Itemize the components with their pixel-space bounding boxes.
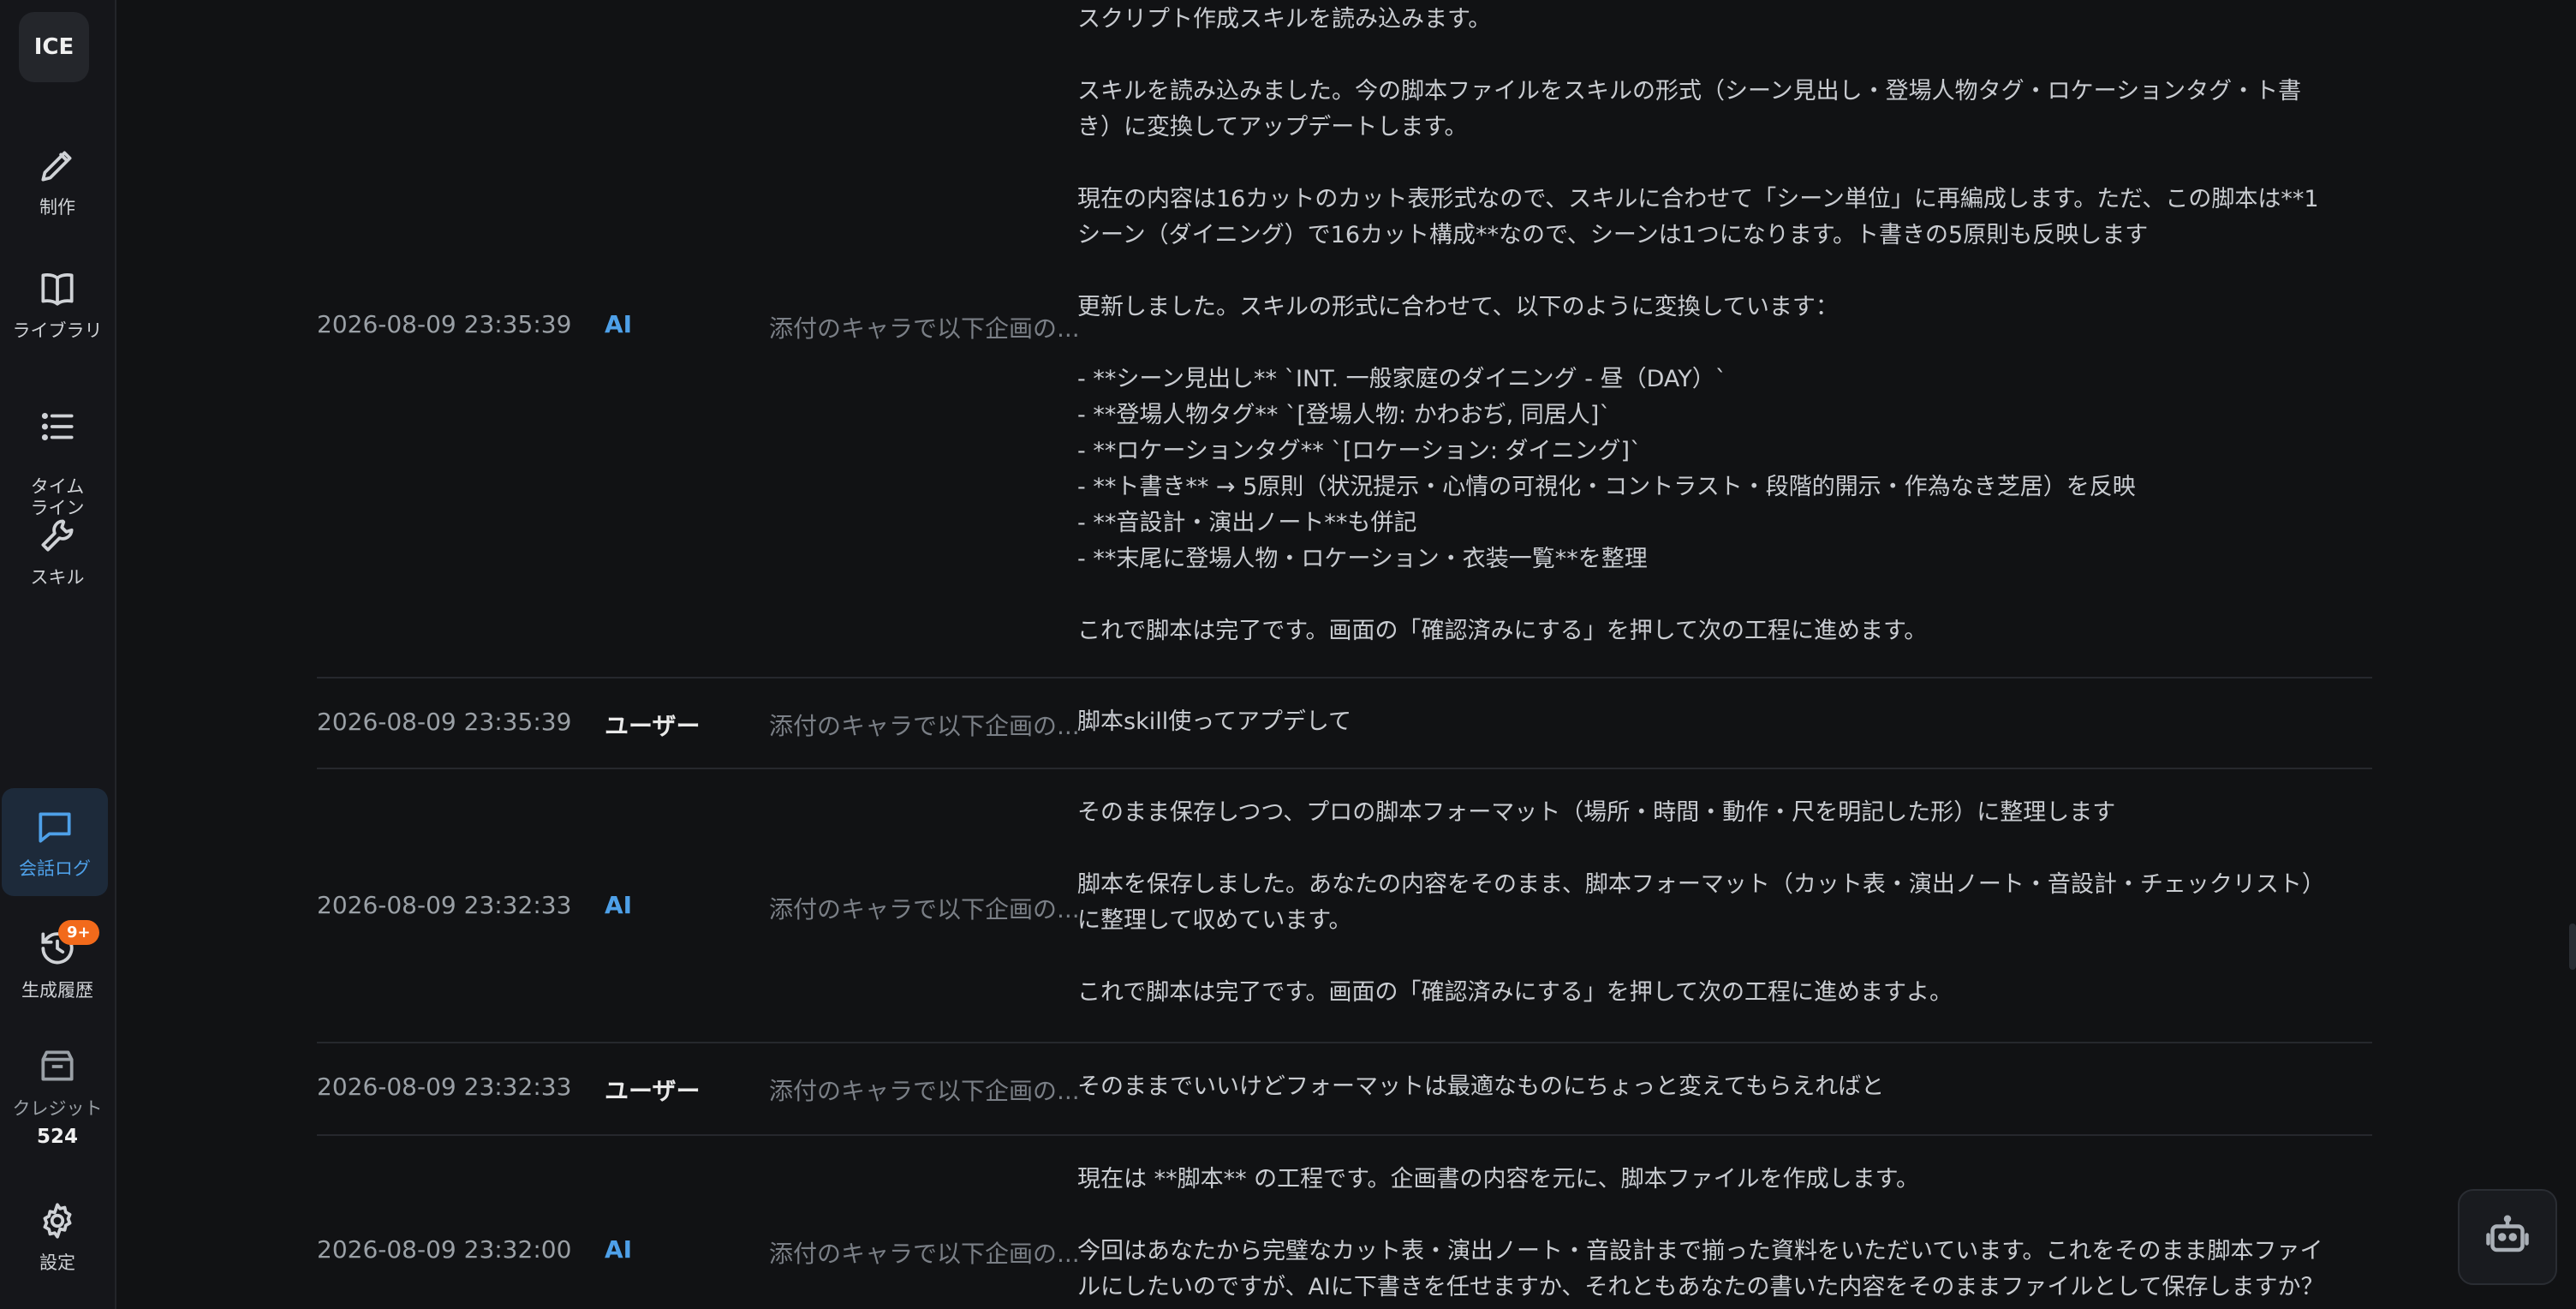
credit-box-icon — [41, 1050, 74, 1081]
sidebar-item-library[interactable]: ライブラリ — [0, 267, 115, 343]
gear-icon — [43, 1203, 72, 1239]
credit-value: 524 — [36, 1126, 78, 1148]
message-text: 現在は **脚本** の工程です。企画書の内容を元に、脚本ファイルを作成します。… — [1077, 1166, 2324, 1300]
message-text: 脚本skill使ってアプデして — [1077, 708, 1352, 735]
message-text: そのままでいいけどフォーマットは最適なものにちょっと変えてもらえればと — [1077, 1073, 1885, 1100]
timestamp: 2026-08-09 23:32:33 — [317, 1073, 572, 1101]
app-logo[interactable]: ICE — [19, 12, 89, 82]
sidebar-item-label: 会話ログ — [19, 858, 91, 879]
wrench-icon — [41, 519, 74, 552]
table-row[interactable]: 2026-08-09 23:35:39 AI 添付のキャラで以下企画の... ス… — [317, 0, 2372, 678]
message-text: スクリプト作成スキルを読み込みます。 スキルを読み込みました。今の脚本ファイルを… — [1077, 6, 2319, 644]
sidebar-item-label: タイム ライン — [30, 476, 85, 518]
notification-badge: 9+ — [58, 920, 99, 945]
sidebar-item-create[interactable]: 制作 — [0, 144, 115, 219]
timestamp: 2026-08-09 23:35:39 — [317, 708, 572, 736]
scrollbar[interactable] — [2569, 923, 2576, 970]
sidebar-item-chat-log[interactable]: 会話ログ — [2, 788, 108, 896]
role-label: AI — [605, 1235, 633, 1264]
role-label: ユーザー — [605, 1077, 701, 1105]
subject-text: 添付のキャラで以下企画の... — [769, 1240, 1080, 1268]
sidebar-item-label: 設定 — [39, 1252, 75, 1273]
sidebar-item-label: 生成履歴 — [21, 980, 93, 1001]
role-label: AI — [605, 310, 633, 338]
subject-text: 添付のキャラで以下企画の... — [769, 314, 1080, 343]
sidebar-item-label: スキル — [30, 567, 85, 588]
subject-text: 添付のキャラで以下企画の... — [769, 895, 1080, 923]
sidebar-item-timeline[interactable]: タイム ライン — [0, 384, 115, 519]
sidebar: ICE 制作 ライブラリ タイム ライン スキル 会話ログ 9+ 生成履歴 クレ… — [0, 0, 116, 1309]
chat-icon — [39, 812, 71, 843]
pencil-icon — [41, 151, 72, 182]
role-label: ユーザー — [605, 712, 701, 740]
timestamp: 2026-08-09 23:35:39 — [317, 310, 572, 338]
subject-text: 添付のキャラで以下企画の... — [769, 712, 1080, 740]
table-row[interactable]: 2026-08-09 23:32:33 AI 添付のキャラで以下企画の... そ… — [317, 769, 2372, 1043]
book-icon — [41, 273, 74, 306]
timestamp: 2026-08-09 23:32:33 — [317, 891, 572, 919]
subject-text: 添付のキャラで以下企画の... — [769, 1077, 1080, 1105]
sidebar-item-label: 制作 — [39, 197, 75, 218]
timestamp: 2026-08-09 23:32:00 — [317, 1235, 572, 1264]
sidebar-item-label: ライブラリ — [12, 320, 103, 341]
list-icon — [41, 412, 74, 441]
sidebar-item-skill[interactable]: スキル — [0, 514, 115, 589]
message-text: そのまま保存しつつ、プロの脚本フォーマット（場所・時間・動作・尺を明記した形）に… — [1077, 799, 2325, 1006]
sidebar-item-credit[interactable]: クレジット 524 — [0, 1045, 115, 1148]
table-row[interactable]: 2026-08-09 23:32:33 ユーザー 添付のキャラで以下企画の...… — [317, 1043, 2372, 1136]
assistant-button[interactable] — [2458, 1189, 2557, 1285]
sidebar-item-label: クレジット — [12, 1098, 103, 1119]
table-row[interactable]: 2026-08-09 23:32:00 AI 添付のキャラで以下企画の... 現… — [317, 1136, 2372, 1309]
robot-icon — [2486, 1215, 2529, 1252]
role-label: AI — [605, 891, 633, 919]
sidebar-item-settings[interactable]: 設定 — [0, 1199, 115, 1275]
sidebar-item-generation-history[interactable]: 9+ 生成履歴 — [0, 920, 115, 1002]
table-row[interactable]: 2026-08-09 23:35:39 ユーザー 添付のキャラで以下企画の...… — [317, 678, 2372, 769]
